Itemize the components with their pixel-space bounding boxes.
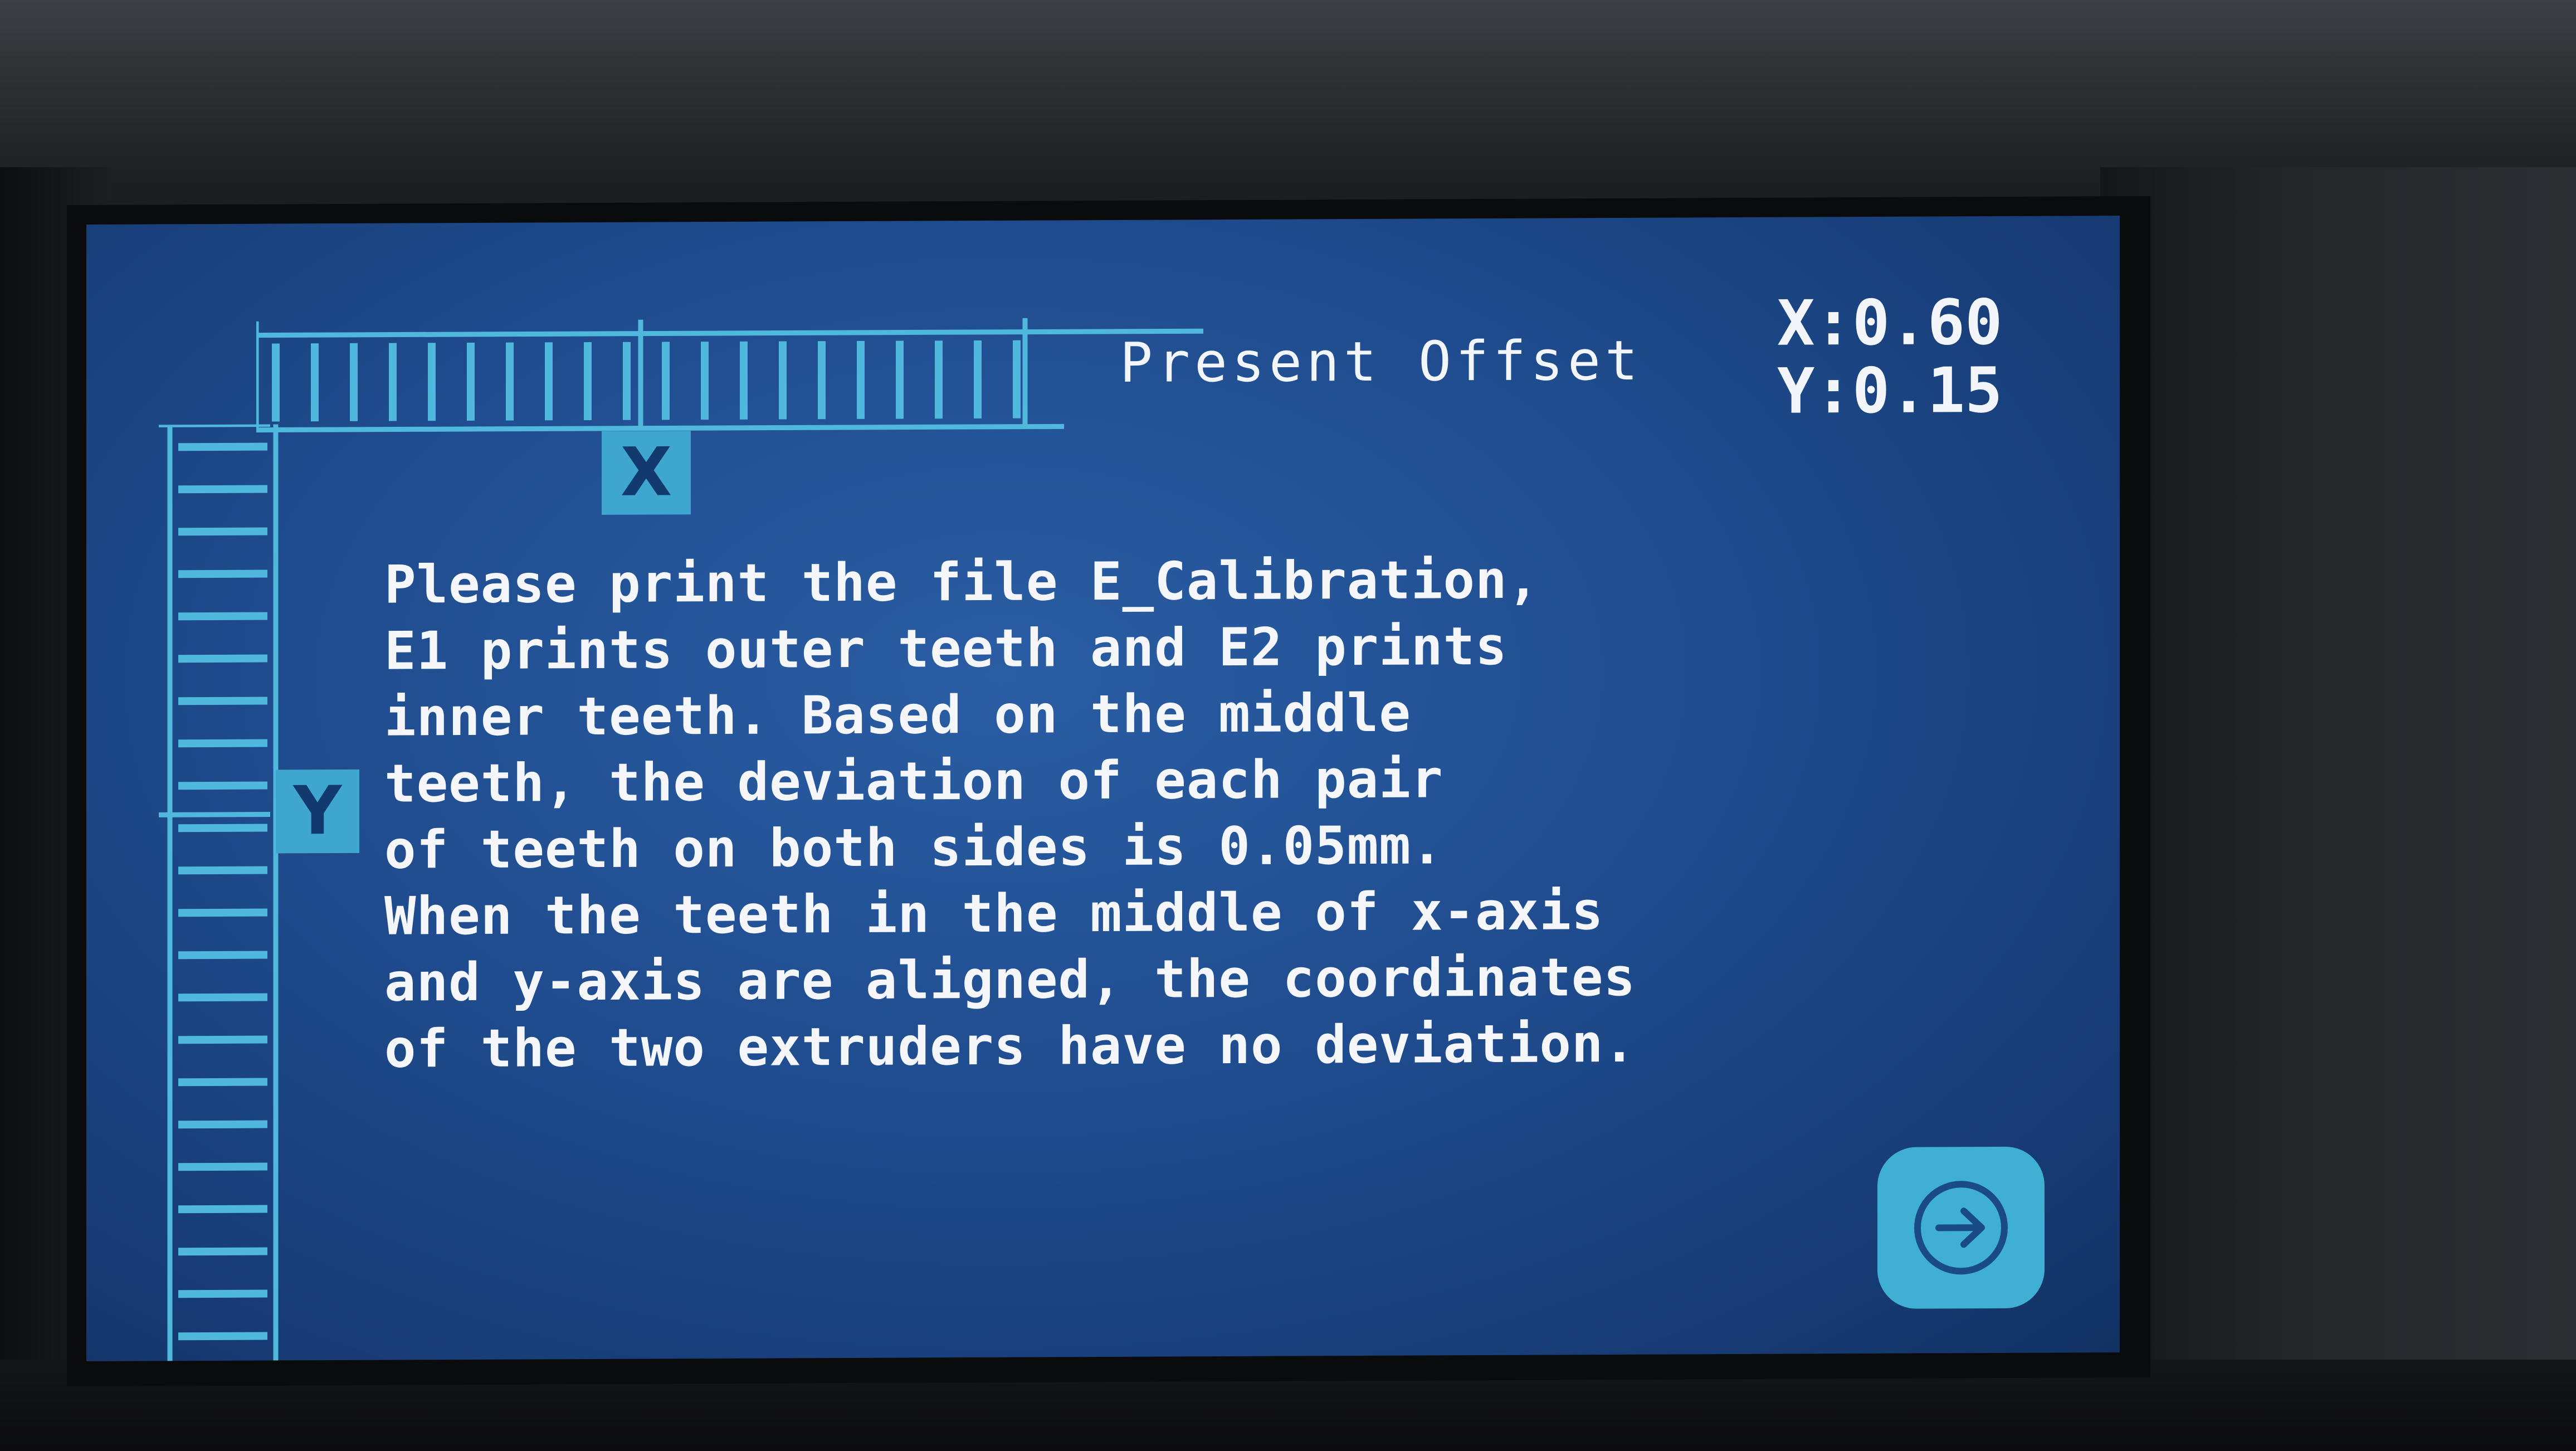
device-bezel-top (0, 0, 2576, 184)
y-ruler-tick (178, 485, 267, 494)
y-ruler-tick (178, 612, 267, 621)
offset-x-value: X:0.60 (1777, 286, 2003, 360)
y-axis-ruler-graphic (159, 424, 279, 1361)
y-axis-marker: Y (276, 769, 359, 854)
screen-title: Present Offset (1120, 329, 1643, 395)
y-ruler-tick (178, 1205, 267, 1214)
instruction-line: of teeth on both sides is 0.05mm. (384, 815, 1443, 881)
instruction-line: Please print the file E_Calibration, (384, 549, 1540, 616)
calibration-instructions: Please print the file E_Calibration, E1 … (384, 546, 1777, 1083)
device-bezel-right (2100, 167, 2576, 1451)
y-ruler-tick (178, 1078, 267, 1087)
arrow-right-circle-icon (1914, 1181, 2008, 1275)
instruction-line: inner teeth. Based on the middle (384, 683, 1411, 748)
y-ruler-tick (178, 739, 267, 748)
y-ruler-tick (178, 951, 267, 960)
instruction-line: and y-axis are aligned, the coordinates (384, 947, 1636, 1014)
offset-y-value: Y:0.15 (1777, 354, 2003, 428)
y-ruler-tick (178, 824, 267, 832)
next-button[interactable] (1877, 1146, 2045, 1309)
y-ruler-tick (178, 993, 267, 1002)
instruction-line: E1 prints outer teeth and E2 prints (384, 616, 1507, 682)
x-axis-marker: X (602, 431, 691, 515)
y-ruler-tick (178, 1120, 267, 1129)
y-ruler-tick (178, 866, 267, 875)
instruction-line: of the two extruders have no deviation. (384, 1013, 1636, 1080)
instruction-line: When the teeth in the middle of x-axis (384, 881, 1604, 947)
offset-readout: X:0.60 Y:0.15 (1777, 286, 2003, 428)
y-ruler-tick (178, 1332, 267, 1341)
instruction-line: teeth, the deviation of each pair (384, 749, 1443, 815)
calibration-screen: X Y Present Offset X:0.60 Y:0.15 Please … (86, 216, 2120, 1361)
x-axis-ruler-graphic (256, 318, 1203, 433)
y-ruler-tick (178, 697, 267, 705)
